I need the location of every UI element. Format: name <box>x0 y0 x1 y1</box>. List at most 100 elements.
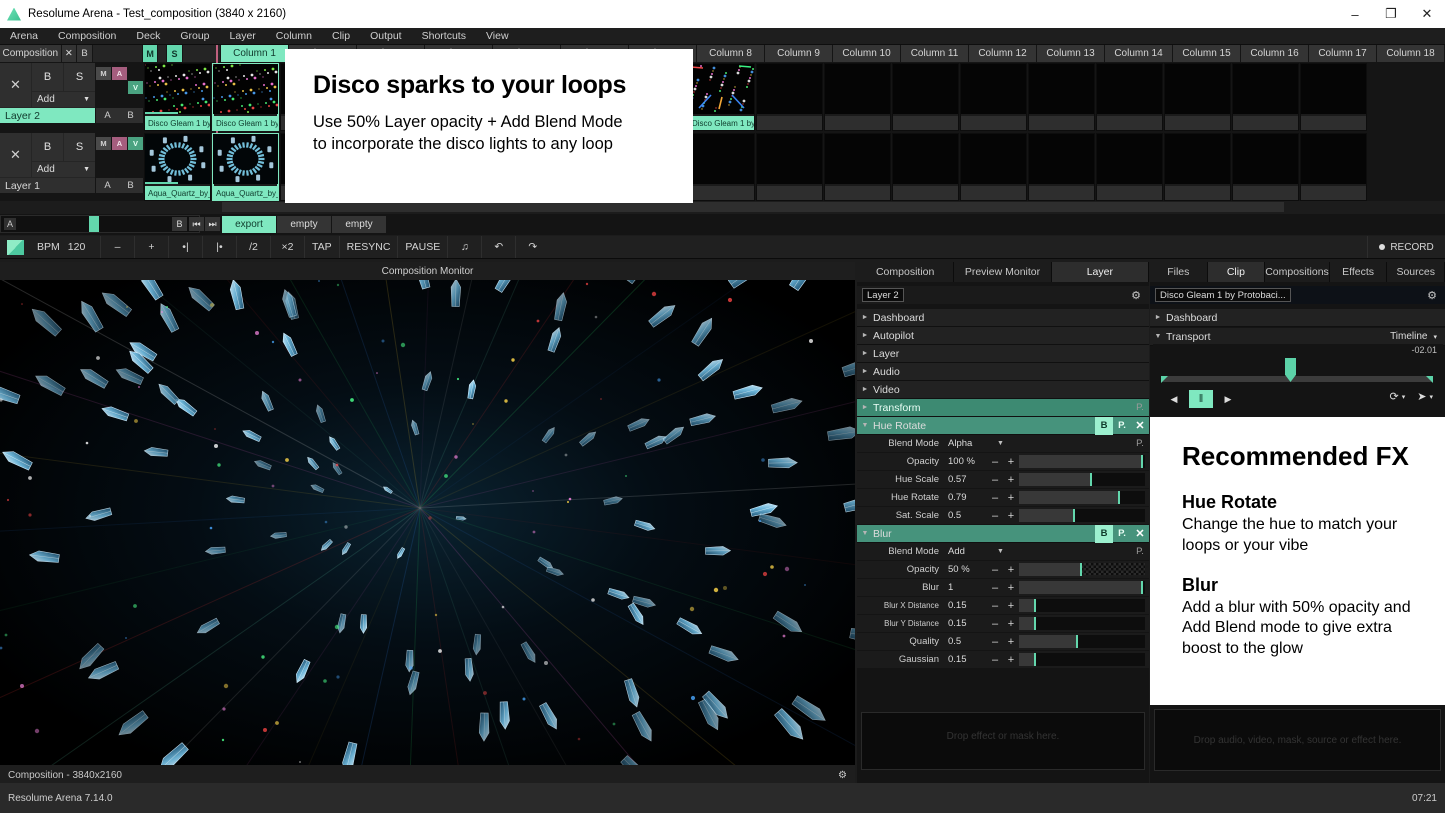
clip-cell-empty[interactable] <box>1300 133 1367 201</box>
column-header-16[interactable]: Column 16 <box>1241 45 1308 62</box>
layer-close-icon[interactable]: ✕ <box>0 63 31 107</box>
param-value[interactable]: 0.79 <box>945 492 987 503</box>
param-slider[interactable] <box>1019 599 1145 612</box>
param-slider[interactable] <box>1019 653 1145 666</box>
column-header-18[interactable]: Column 18 <box>1377 45 1444 62</box>
param-slider[interactable] <box>1019 563 1145 576</box>
param-value[interactable]: 0.15 <box>945 600 987 611</box>
close-button[interactable]: ✕ <box>1409 0 1445 28</box>
monitor-gear-icon[interactable]: ⚙ <box>838 770 847 781</box>
effect-header-hue-rotate[interactable]: ▼Hue RotateBP.✕ <box>857 417 1149 435</box>
menu-item-shortcuts[interactable]: Shortcuts <box>412 28 476 45</box>
param-plus-button[interactable]: + <box>1003 474 1019 486</box>
clip-name-input[interactable]: Disco Gleam 1 by Protobaci... <box>1155 288 1291 302</box>
param-minus-button[interactable]: – <box>987 564 1003 576</box>
layer-bypass-button[interactable]: B <box>32 133 63 161</box>
param-minus-button[interactable]: – <box>987 510 1003 522</box>
param-plus-button[interactable]: + <box>1003 618 1019 630</box>
tab-clip[interactable]: Clip <box>1208 262 1266 282</box>
loop-mode-caret-icon[interactable]: ▾ <box>1402 393 1406 401</box>
tab-preview-monitor[interactable]: Preview Monitor <box>954 262 1051 282</box>
tab-files[interactable]: Files <box>1150 262 1208 282</box>
clip-cell[interactable]: Aqua_Quartz_by_... <box>144 133 211 201</box>
param-plus-button[interactable]: + <box>1003 456 1019 468</box>
maximize-button[interactable]: ❐ <box>1373 0 1409 28</box>
effect-preset-button[interactable]: P. <box>1113 417 1131 435</box>
column-header-14[interactable]: Column 14 <box>1105 45 1172 62</box>
column-header-13[interactable]: Column 13 <box>1037 45 1104 62</box>
crossfader[interactable]: A <box>0 215 200 233</box>
bpm-half-button[interactable]: /2 <box>236 236 270 258</box>
bpm-double-button[interactable]: ×2 <box>270 236 304 258</box>
tab-layer[interactable]: Layer <box>1052 262 1149 282</box>
effect-bypass-button[interactable]: B <box>1095 417 1113 435</box>
param-minus-button[interactable]: – <box>987 618 1003 630</box>
deck-button-3[interactable]: empty <box>332 216 386 233</box>
param-value[interactable]: 100 % <box>945 456 987 467</box>
param-plus-button[interactable]: + <box>1003 600 1019 612</box>
param-plus-button[interactable]: + <box>1003 654 1019 666</box>
layer-section-audio[interactable]: ►Audio <box>857 363 1149 381</box>
layer-blendmode-select[interactable]: Add▼ <box>32 92 95 107</box>
clip-cell-empty[interactable] <box>1096 133 1163 201</box>
layer-b-cell[interactable]: B <box>119 108 142 123</box>
column-header-17[interactable]: Column 17 <box>1309 45 1376 62</box>
nudge-left-button[interactable]: •| <box>168 236 202 258</box>
pause-button[interactable]: PAUSE <box>397 236 447 258</box>
menu-item-composition[interactable]: Composition <box>48 28 126 45</box>
layer-gear-icon[interactable]: ⚙ <box>1131 289 1141 302</box>
clip-cell-empty[interactable] <box>824 63 891 131</box>
layer-close-icon[interactable]: ✕ <box>0 133 31 177</box>
blendmode-value[interactable]: Alpha <box>945 438 997 449</box>
chevron-down-icon[interactable]: ▼ <box>997 548 1004 555</box>
param-value[interactable]: 0.15 <box>945 618 987 629</box>
param-value[interactable]: 0.5 <box>945 510 987 521</box>
column-header-12[interactable]: Column 12 <box>969 45 1036 62</box>
bpm-minus-button[interactable]: – <box>100 236 134 258</box>
crossfader-next-icon[interactable]: ⏭ <box>205 217 220 231</box>
tap-button[interactable]: TAP <box>304 236 339 258</box>
layer-section-video[interactable]: ►Video <box>857 381 1149 399</box>
layer-bypass-button[interactable]: B <box>32 63 63 91</box>
layer-dropzone[interactable]: Drop effect or mask here. <box>861 712 1145 770</box>
record-button[interactable]: RECORD <box>1367 236 1445 258</box>
composition-m-button[interactable]: M <box>143 45 158 62</box>
undo-icon[interactable]: ↶ <box>481 236 515 258</box>
nudge-right-button[interactable]: |• <box>202 236 236 258</box>
param-plus-button[interactable]: + <box>1003 510 1019 522</box>
param-minus-button[interactable]: – <box>987 600 1003 612</box>
bpm-control[interactable]: BPM 120 <box>30 236 100 258</box>
param-plus-button[interactable]: + <box>1003 582 1019 594</box>
clip-section-dashboard[interactable]: ► Dashboard <box>1150 309 1445 327</box>
param-plus-button[interactable]: + <box>1003 492 1019 504</box>
column-header-1[interactable]: Column 1 <box>221 45 288 62</box>
menu-item-layer[interactable]: Layer <box>220 28 266 45</box>
column-header-15[interactable]: Column 15 <box>1173 45 1240 62</box>
param-value[interactable]: 0.57 <box>945 474 987 485</box>
minimize-button[interactable]: – <box>1337 0 1373 28</box>
param-value[interactable]: 0.5 <box>945 636 987 647</box>
playdirection-icon[interactable]: ➤ <box>1417 390 1426 403</box>
menu-item-clip[interactable]: Clip <box>322 28 360 45</box>
layer-name-input[interactable]: Layer 2 <box>862 288 904 302</box>
tab-compositions[interactable]: Compositions <box>1265 262 1330 282</box>
column-header-9[interactable]: Column 9 <box>765 45 832 62</box>
effect-close-icon[interactable]: ✕ <box>1131 525 1149 543</box>
clip-cell-empty[interactable] <box>1028 133 1095 201</box>
param-slider[interactable] <box>1019 581 1145 594</box>
crossfader-b-label[interactable]: B <box>172 217 187 231</box>
transport-pause-button[interactable]: ‖ <box>1189 390 1213 408</box>
layer-mute-button[interactable]: M <box>96 137 111 150</box>
clip-cell-empty[interactable] <box>1164 63 1231 131</box>
layer-section-autopilot[interactable]: ►Autopilot <box>857 327 1149 345</box>
menu-item-output[interactable]: Output <box>360 28 412 45</box>
bpm-value[interactable]: 120 <box>68 241 86 253</box>
param-minus-button[interactable]: – <box>987 456 1003 468</box>
transport-mode-value[interactable]: Timeline <box>1390 331 1427 342</box>
transport-track[interactable] <box>1161 376 1433 382</box>
layer-section-transform[interactable]: ►TransformP. <box>857 399 1149 417</box>
param-value[interactable]: 50 % <box>945 564 987 575</box>
clip-cell-empty[interactable] <box>960 133 1027 201</box>
clip-cell-empty[interactable] <box>1300 63 1367 131</box>
composition-tab[interactable]: Composition <box>0 45 61 62</box>
